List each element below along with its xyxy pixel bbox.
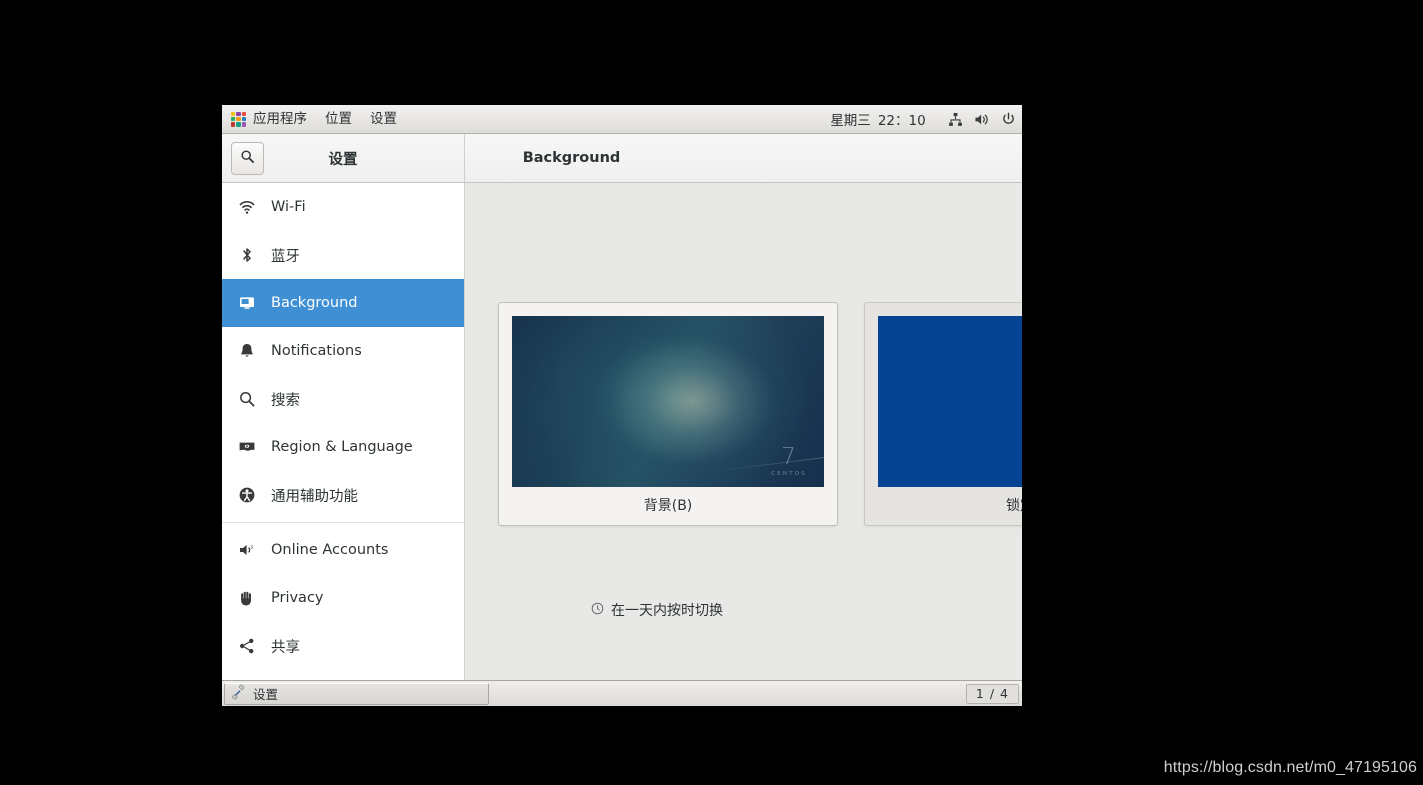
- settings-sidebar: Wi-Fi 蓝牙 Background Notifications 搜索 Reg…: [222, 183, 465, 680]
- network-wired-icon[interactable]: [948, 112, 963, 127]
- page-title: Background: [522, 150, 621, 166]
- sidebar-item-sharing-label: 共享: [271, 639, 300, 656]
- sidebar-item-privacy[interactable]: Privacy: [222, 574, 464, 622]
- background-card[interactable]: 7 CENTOS 背景(B): [498, 302, 838, 526]
- svg-text:s: s: [251, 544, 254, 550]
- bluetooth-icon: [238, 246, 256, 264]
- flag-icon: [238, 438, 256, 456]
- timed-wallpaper-label: 在一天内按时切换: [611, 603, 723, 619]
- bell-icon: [238, 342, 256, 360]
- clock-icon: [591, 602, 604, 619]
- desktop-window-region: 应用程序 位置 设置 星期三 22：10 设置 Background Wi-Fi…: [222, 105, 1022, 706]
- background-card-label: 背景(B): [643, 498, 693, 514]
- sidebar-item-notifications[interactable]: Notifications: [222, 327, 464, 375]
- applications-grid-icon: [231, 111, 246, 127]
- panel-status-area: [948, 112, 1016, 127]
- background-settings-content: 7 CENTOS 背景(B) 锁定屏幕: [465, 183, 1022, 680]
- lock-screen-card-label: 锁定屏幕: [1006, 498, 1022, 514]
- window-headerbar: 设置 Background: [222, 134, 1022, 183]
- sidebar-separator: [222, 522, 464, 523]
- sidebar-item-background-label: Background: [271, 295, 358, 311]
- search-icon: [240, 149, 255, 168]
- online-accounts-icon: s: [238, 541, 256, 559]
- sidebar-item-wifi[interactable]: Wi-Fi: [222, 183, 464, 231]
- sidebar-item-region-language[interactable]: Region & Language: [222, 423, 464, 471]
- sidebar-item-notifications-label: Notifications: [271, 343, 362, 359]
- sidebar-item-search[interactable]: 搜索: [222, 375, 464, 423]
- panel-clock[interactable]: 星期三 22：10: [830, 109, 925, 129]
- clock-time: 22：10: [877, 113, 926, 129]
- blog-watermark: https://blog.csdn.net/m0_47195106: [1163, 759, 1417, 776]
- volume-icon[interactable]: [974, 112, 990, 127]
- gnome-top-panel: 应用程序 位置 设置 星期三 22：10: [222, 105, 1022, 134]
- lock-screen-thumbnail: [878, 316, 1022, 487]
- sidebar-item-accessibility-label: 通用辅助功能: [271, 488, 358, 505]
- sidebar-item-online-accounts-label: Online Accounts: [271, 542, 389, 558]
- window-body: Wi-Fi 蓝牙 Background Notifications 搜索 Reg…: [222, 183, 1022, 680]
- sidebar-item-accessibility[interactable]: 通用辅助功能: [222, 471, 464, 519]
- sidebar-item-bluetooth[interactable]: 蓝牙: [222, 231, 464, 279]
- settings-window: 设置 Background Wi-Fi 蓝牙 Background Notifi…: [222, 134, 1022, 680]
- sidebar-item-sharing[interactable]: 共享: [222, 622, 464, 670]
- centos-watermark: 7 CENTOS: [771, 443, 807, 478]
- sidebar-item-wifi-label: Wi-Fi: [271, 199, 306, 215]
- lock-screen-card[interactable]: 锁定屏幕: [864, 302, 1022, 526]
- bottom-taskbar: 设置 1 / 4: [222, 680, 1022, 706]
- centos-version-number: 7: [781, 443, 797, 470]
- sidebar-item-region-language-label: Region & Language: [271, 439, 413, 455]
- wallpaper-card-list: 7 CENTOS 背景(B) 锁定屏幕: [498, 302, 1022, 526]
- accessibility-icon: [238, 486, 256, 504]
- taskbar-window-label: 设置: [253, 687, 279, 702]
- sidebar-item-search-label: 搜索: [271, 392, 300, 409]
- share-icon: [238, 637, 256, 655]
- panel-menu-settings-label: 设置: [370, 111, 397, 127]
- screen: 应用程序 位置 设置 星期三 22：10 设置 Background Wi-Fi…: [0, 0, 1423, 785]
- timed-wallpaper-row[interactable]: 在一天内按时切换: [465, 600, 849, 620]
- panel-menu-applications[interactable]: 应用程序: [222, 105, 316, 133]
- tools-icon: [230, 684, 246, 703]
- sidebar-item-background[interactable]: Background: [222, 279, 464, 327]
- power-icon[interactable]: [1001, 112, 1016, 127]
- headerbar-right: Background: [465, 134, 1022, 182]
- sidebar-item-privacy-label: Privacy: [271, 590, 324, 606]
- workspace-indicator-label: 1 / 4: [975, 686, 1009, 701]
- taskbar-window-button-settings[interactable]: 设置: [224, 682, 489, 705]
- hand-icon: [238, 589, 256, 607]
- panel-menu-places[interactable]: 位置: [316, 105, 361, 133]
- centos-wordmark: CENTOS: [771, 470, 807, 477]
- panel-menu-places-label: 位置: [325, 111, 352, 127]
- workspace-switcher[interactable]: 1 / 4: [965, 683, 1019, 704]
- headerbar-left: 设置: [222, 134, 465, 182]
- panel-menu-applications-label: 应用程序: [253, 111, 307, 127]
- wifi-icon: [238, 198, 256, 216]
- monitor-icon: [238, 294, 256, 312]
- search-icon: [238, 390, 256, 408]
- background-thumbnail: 7 CENTOS: [512, 316, 824, 487]
- panel-menu-settings[interactable]: 设置: [361, 105, 406, 133]
- sidebar-item-bluetooth-label: 蓝牙: [271, 248, 300, 265]
- sidebar-item-online-accounts[interactable]: s Online Accounts: [222, 526, 464, 574]
- search-button[interactable]: [231, 141, 264, 175]
- clock-day: 星期三: [830, 113, 871, 129]
